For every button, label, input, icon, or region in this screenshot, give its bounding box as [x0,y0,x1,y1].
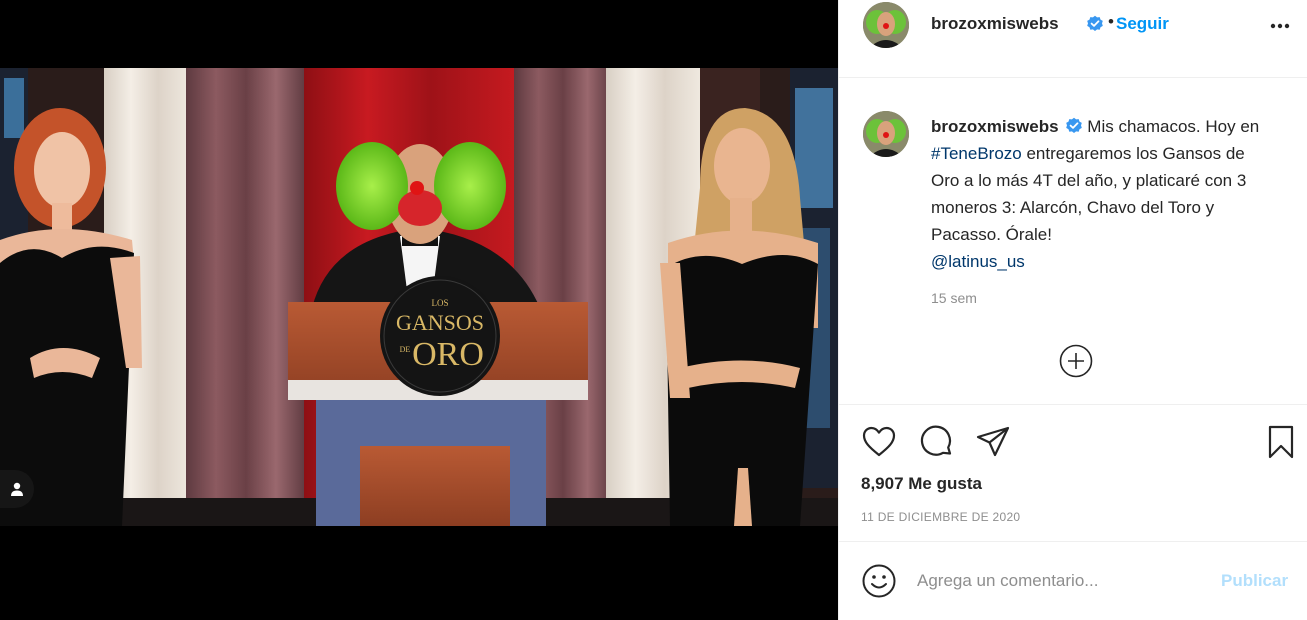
comment-input[interactable] [917,567,1207,595]
hashtag-link[interactable]: #TeneBrozo [931,144,1022,163]
caption-section: brozoxmiswebs Mis chamacos. Hoy en #Tene… [839,79,1307,405]
plus-circle-icon[interactable] [1059,344,1093,378]
publish-button[interactable]: Publicar [1221,571,1288,591]
follow-button[interactable]: Seguir [1116,14,1169,34]
smiley-icon[interactable] [861,563,897,599]
user-tag-icon [11,482,23,496]
caption-text-start: Mis chamacos. Hoy en [1087,117,1260,136]
comment-box: Publicar [839,543,1307,620]
post-author-username[interactable]: brozoxmiswebs [931,14,1059,34]
stage-illustration: LOS GANSOS DE ORO [0,68,838,526]
podium-sign-gansos: GANSOS [396,310,484,335]
verified-badge-icon [1066,117,1083,133]
more-options-button[interactable] [1269,12,1291,40]
separator-dot: • [1108,12,1114,31]
post-caption: brozoxmiswebs Mis chamacos. Hoy en #Tene… [931,113,1261,275]
caption-username[interactable]: brozoxmiswebs [931,117,1059,136]
post-actions: 8,907 Me gusta 11 DE DICIEMBRE DE 2020 [839,406,1307,542]
avatar[interactable] [863,2,909,48]
avatar-image [863,111,909,157]
post-time-ago[interactable]: 15 sem [931,290,977,306]
post-photo[interactable]: LOS GANSOS DE ORO [0,68,838,526]
post-media: LOS GANSOS DE ORO [0,0,838,620]
heart-icon[interactable] [861,424,897,460]
post-header: brozoxmiswebs • Seguir [839,0,1307,78]
avatar-image [863,2,909,48]
likes-count[interactable]: 8,907 Me gusta [861,474,982,494]
post-details-panel: brozoxmiswebs • Seguir brozoxmiswebs Mis… [838,0,1307,620]
post-date[interactable]: 11 DE DICIEMBRE DE 2020 [861,510,1020,524]
podium-sign-los: LOS [431,298,448,308]
more-horizontal-icon [1270,23,1290,29]
podium-sign-oro: ORO [412,336,484,373]
avatar[interactable] [863,111,909,157]
send-icon[interactable] [975,424,1011,460]
podium-sign-de: DE [400,345,411,354]
bookmark-icon[interactable] [1263,424,1299,460]
comment-icon[interactable] [919,424,955,460]
mention-link[interactable]: @latinus_us [931,252,1025,271]
verified-badge-icon [1087,15,1103,31]
